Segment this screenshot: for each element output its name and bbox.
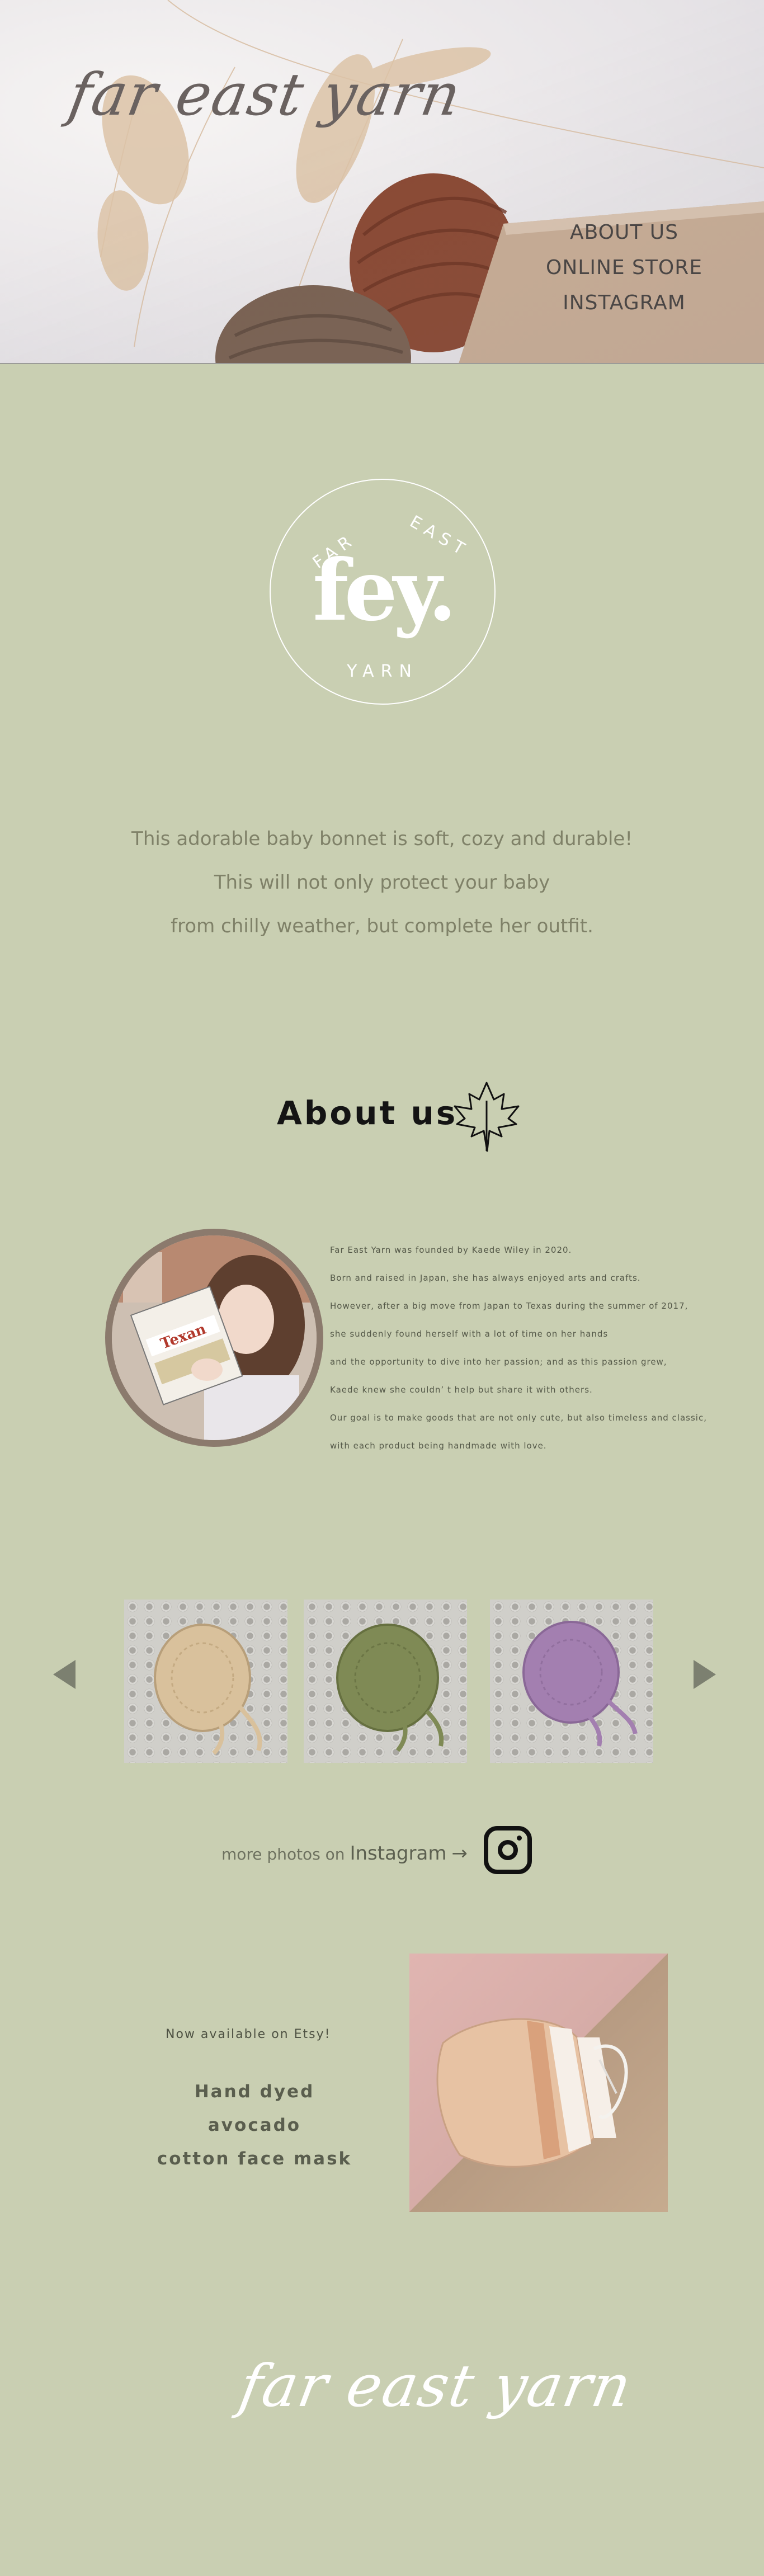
tagline-line-2: This will not only protect your baby	[214, 871, 550, 894]
bonnet-illustration	[522, 1621, 638, 1747]
instagram-dot	[517, 1836, 522, 1841]
tagline-line-1: This adorable baby bonnet is soft, cozy …	[131, 828, 633, 850]
bonnet-illustration	[154, 1624, 262, 1755]
gallery-next-arrow[interactable]	[694, 1660, 716, 1689]
about-paragraph: Far East Yarn was founded by Kaede Wiley…	[330, 1245, 572, 1255]
gallery-photo-beige-bonnet[interactable]	[124, 1600, 287, 1763]
about-heading: About us	[277, 1094, 458, 1132]
founder-portrait: Texan	[105, 1229, 323, 1447]
brand-wordmark[interactable]: far east yarn	[64, 60, 466, 129]
fey-logo: fey. FAR EAST YARN	[270, 479, 496, 705]
about-paragraph: she suddenly found herself with a lot of…	[330, 1329, 609, 1339]
maple-leaf-icon	[454, 1082, 520, 1152]
more-photos-prefix: more photos on	[221, 1845, 345, 1863]
instagram-word: Instagram	[350, 1842, 447, 1865]
bonnet-illustration	[336, 1624, 444, 1752]
nav-about-us[interactable]: ABOUT US	[524, 221, 725, 244]
etsy-availability[interactable]: Now available on Etsy!	[166, 2027, 331, 2041]
footer-wordmark[interactable]: far east yarn	[234, 2352, 637, 2420]
about-paragraph: with each product being handmade with lo…	[330, 1441, 547, 1451]
main-nav: ABOUT US ONLINE STORE INSTAGRAM	[524, 221, 725, 327]
more-photos-link[interactable]: more photos on Instagram →	[221, 1842, 468, 1865]
product-name-line-2: cotton face mask	[157, 2149, 352, 2169]
hero-divider	[0, 363, 764, 364]
nav-instagram[interactable]: INSTAGRAM	[524, 291, 725, 314]
about-text: Far East Yarn was founded by Kaede Wiley…	[330, 1236, 733, 1460]
tagline-line-3: from chilly weather, but complete her ou…	[171, 915, 593, 937]
logo-text-yarn: YARN	[346, 662, 418, 681]
instagram-icon[interactable]	[484, 1826, 532, 1874]
product-name: Hand dyed avocado cotton face mask	[151, 2075, 358, 2176]
about-paragraph: Our goal is to make goods that are not o…	[330, 1413, 707, 1423]
about-paragraph: However, after a big move from Japan to …	[330, 1301, 688, 1311]
logo-artwork: fey. FAR EAST YARN	[309, 512, 473, 681]
about-paragraph: Born and raised in Japan, she has always…	[330, 1273, 641, 1283]
gallery-photo-green-bonnet[interactable]	[304, 1600, 467, 1763]
instagram-lens	[498, 1840, 518, 1860]
face-mask-illustration	[436, 2018, 628, 2168]
product-name-line-1: Hand dyed avocado	[194, 2082, 315, 2135]
founder-photo: Texan	[112, 1235, 317, 1440]
gallery-prev-arrow[interactable]	[53, 1660, 76, 1689]
nav-online-store[interactable]: ONLINE STORE	[524, 256, 725, 279]
about-paragraph: and the opportunity to dive into her pas…	[330, 1357, 667, 1367]
about-paragraph: Kaede knew she couldn’ t help but share …	[330, 1385, 593, 1395]
portrait-illustration: Texan	[112, 1235, 317, 1440]
arrow-right-icon: →	[451, 1842, 468, 1865]
gallery-photo-purple-bonnet[interactable]	[490, 1600, 653, 1763]
hero-banner: far east yarn ABOUT US ONLINE STORE INST…	[0, 0, 764, 364]
face-mask-photo[interactable]	[409, 1954, 668, 2212]
